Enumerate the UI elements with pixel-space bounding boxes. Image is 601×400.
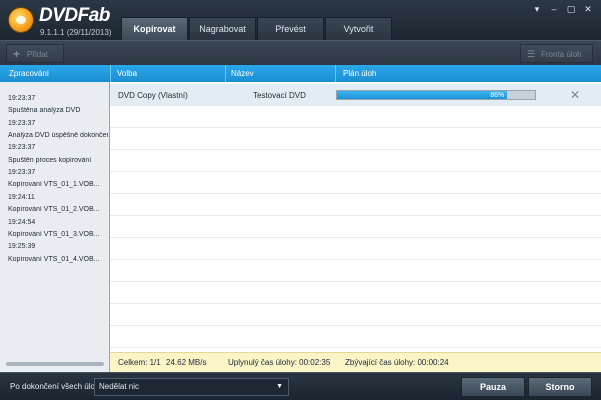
task-row[interactable]: DVD Copy (Vlastní) Testovací DVD 86% ✕	[110, 84, 601, 106]
list-item	[110, 304, 601, 326]
log-line: Analýza DVD úspěšně dokončena	[8, 132, 108, 139]
list-item	[110, 260, 601, 282]
column-header: Zpracování Volba Název Plán úloh	[0, 65, 601, 82]
tab-copy[interactable]: Kopírovat	[121, 17, 188, 40]
app-brand: DVDFab	[39, 5, 110, 26]
column-log: Zpracování	[9, 69, 50, 78]
main-tabs: Kopírovat Nagrabovat Převést Vytvořit	[121, 17, 393, 40]
log-horizontal-scrollbar[interactable]	[6, 362, 104, 366]
log-line: Kopírování VTS_01_1.VOB...	[8, 181, 100, 188]
column-plan: Plán úloh	[343, 69, 377, 78]
menu-icon[interactable]: ▾	[530, 4, 544, 15]
tab-rip[interactable]: Nagrabovat	[189, 17, 256, 40]
title-bar: DVDFab 9.1.1.1 (29/11/2013) Kopírovat Na…	[0, 0, 601, 40]
close-icon[interactable]: ✕	[581, 4, 595, 15]
add-button-label: Přidat	[27, 50, 48, 59]
elapsed-time: Uplynulý čas úlohy: 00:02:35	[228, 358, 331, 367]
cancel-button[interactable]: Storno	[528, 377, 592, 397]
task-list: DVD Copy (Vlastní) Testovací DVD 86% ✕	[110, 82, 601, 352]
task-option: DVD Copy (Vlastní)	[118, 91, 188, 100]
log-line: 19:24:54	[8, 219, 36, 226]
plus-icon: +	[13, 47, 21, 61]
list-item	[110, 216, 601, 238]
remove-task-icon[interactable]: ✕	[570, 88, 580, 102]
tab-create[interactable]: Vytvořit	[325, 17, 392, 40]
processing-log: 19:23:37 Spuštěna analýza DVD 19:23:37 A…	[0, 82, 110, 372]
log-line: 19:23:37	[8, 95, 36, 102]
log-line: 19:24:11	[8, 194, 35, 201]
task-progress-bar: 86%	[336, 90, 536, 100]
task-queue-button[interactable]: ☰ Fronta úloh	[520, 44, 593, 63]
column-option: Volba	[117, 69, 138, 78]
pause-button[interactable]: Pauza	[461, 377, 525, 397]
chevron-down-icon: ▼	[276, 383, 283, 390]
toolbar: + Přidat ☰ Fronta úloh	[0, 40, 601, 65]
app-version: 9.1.1.1 (29/11/2013)	[40, 28, 112, 37]
tab-convert[interactable]: Převést	[257, 17, 324, 40]
log-line: Spuštěn proces kopírování	[8, 157, 92, 164]
log-line: Kopírování VTS_01_2.VOB...	[8, 206, 100, 213]
minimize-icon[interactable]: –	[547, 4, 561, 14]
remaining-time: Zbývající čas úlohy: 00:00:24	[345, 358, 449, 367]
list-item	[110, 172, 601, 194]
add-button[interactable]: + Přidat	[6, 44, 64, 63]
log-line: Kopírování VTS_01_3.VOB...	[8, 231, 100, 238]
after-completion-value: Nedělat nic	[99, 382, 140, 391]
log-line: 19:23:37	[8, 144, 36, 151]
maximize-icon[interactable]: ▢	[564, 4, 578, 15]
list-item	[110, 238, 601, 260]
queue-list-icon: ☰	[527, 49, 536, 59]
task-progress-text: 86%	[490, 92, 505, 99]
transfer-speed: 24.62 MB/s	[166, 358, 207, 367]
list-item	[110, 150, 601, 172]
dvdfab-logo-icon	[8, 7, 34, 33]
list-item	[110, 106, 601, 128]
total-tasks: Celkem: 1/1	[118, 358, 161, 367]
list-item	[110, 194, 601, 216]
log-line: Kopírování VTS_01_4.VOB...	[8, 256, 100, 263]
task-name: Testovací DVD	[253, 91, 306, 100]
list-item	[110, 282, 601, 304]
log-line: Spuštěna analýza DVD	[8, 107, 81, 114]
log-line: 19:23:37	[8, 120, 36, 127]
task-queue-label: Fronta úloh	[541, 50, 582, 59]
log-line: 19:25:39	[8, 243, 36, 250]
log-line: 19:23:37	[8, 169, 36, 176]
after-completion-label: Po dokončení všech úloh:	[10, 382, 102, 391]
status-summary: Celkem: 1/1 24.62 MB/s Uplynulý čas úloh…	[110, 352, 601, 372]
list-item	[110, 128, 601, 150]
bottom-bar: Po dokončení všech úloh: Nedělat nic ▼ P…	[0, 372, 601, 400]
column-name: Název	[231, 69, 254, 78]
list-item	[110, 326, 601, 348]
after-completion-select[interactable]: Nedělat nic ▼	[94, 378, 289, 396]
